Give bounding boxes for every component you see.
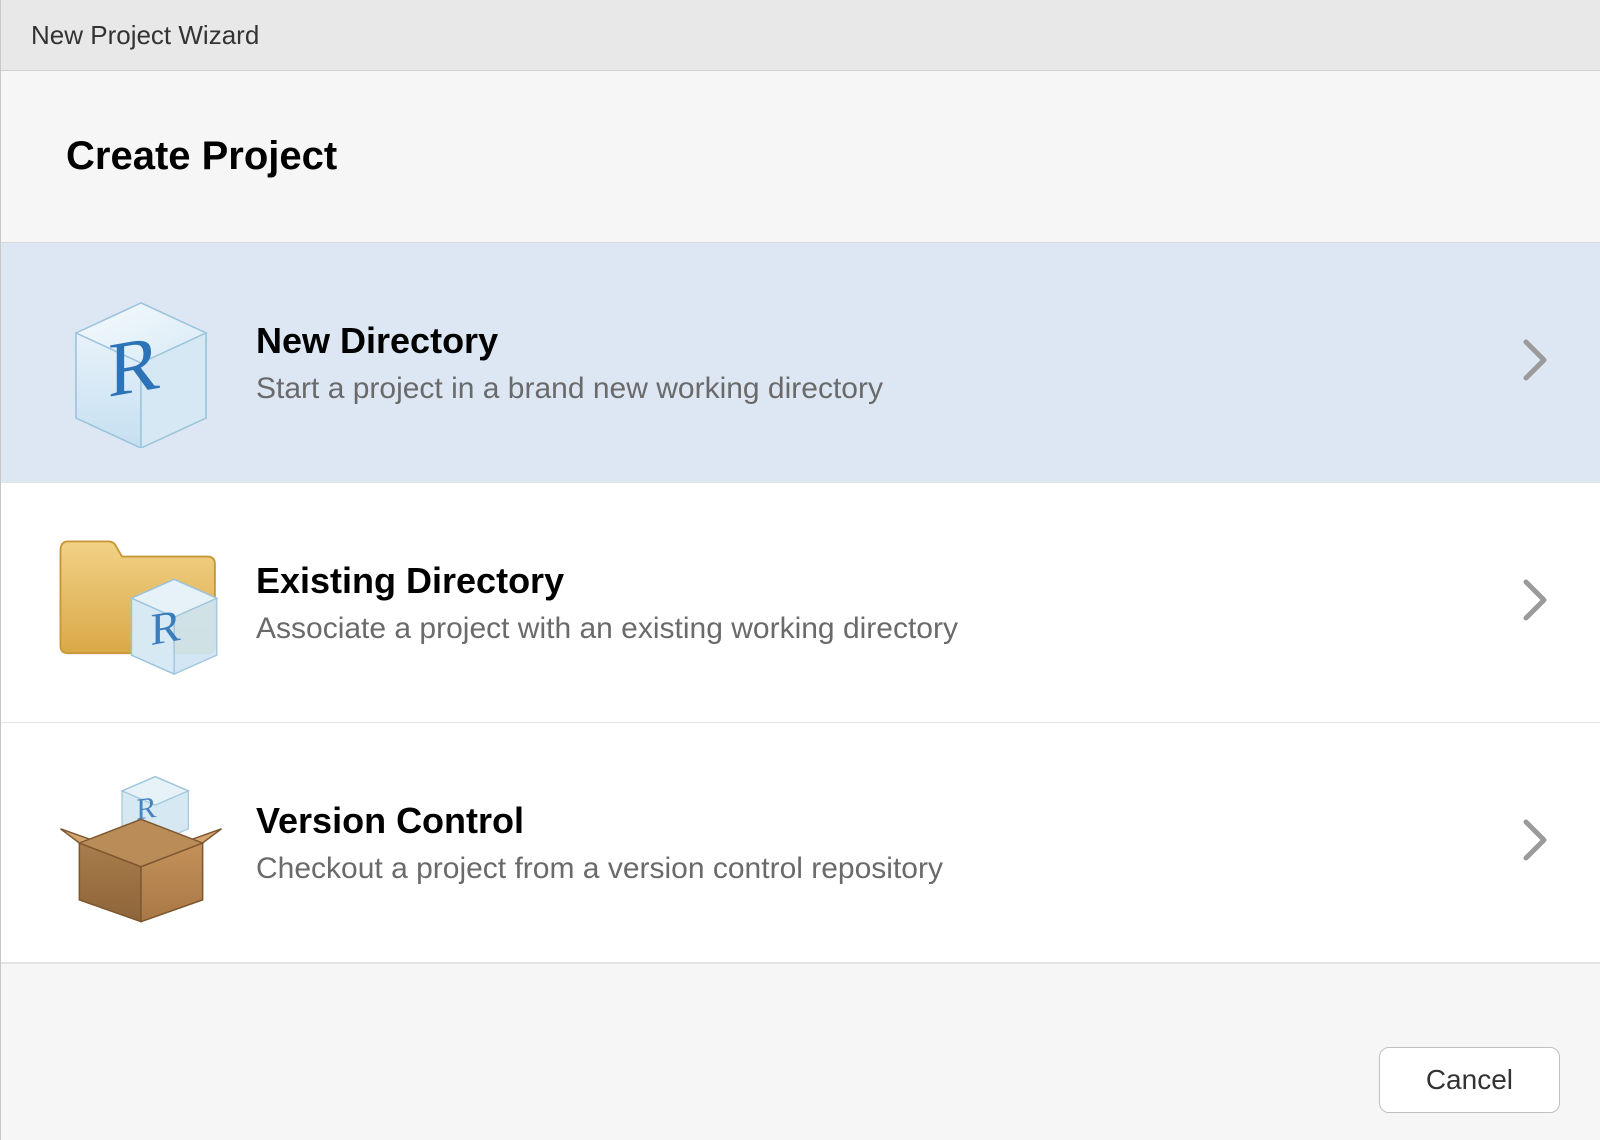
option-text-group: Version Control Checkout a project from … xyxy=(231,800,1520,886)
option-title: New Directory xyxy=(256,320,1520,362)
page-title-text: Create Project xyxy=(66,134,337,179)
dialog-titlebar: New Project Wizard xyxy=(1,0,1600,71)
option-new-directory[interactable]: R New Directory Start a project in a bra… xyxy=(1,243,1600,483)
svg-text:R: R xyxy=(108,319,161,415)
package-box-icon: R xyxy=(51,758,231,928)
option-text-group: New Directory Start a project in a brand… xyxy=(231,320,1520,406)
option-existing-directory[interactable]: R Existing Directory Associate a project… xyxy=(1,483,1600,723)
chevron-right-icon xyxy=(1520,338,1560,387)
option-title: Existing Directory xyxy=(256,560,1520,602)
project-options-list: R New Directory Start a project in a bra… xyxy=(1,243,1600,963)
dialog-spacer xyxy=(1,963,1600,1020)
svg-text:R: R xyxy=(150,599,181,655)
cancel-button[interactable]: Cancel xyxy=(1379,1047,1560,1113)
chevron-right-icon xyxy=(1520,578,1560,627)
option-title: Version Control xyxy=(256,800,1520,842)
cube-r-icon: R xyxy=(51,278,231,448)
dialog-title: New Project Wizard xyxy=(31,20,259,51)
option-desc: Associate a project with an existing wor… xyxy=(256,612,1520,646)
new-project-wizard-dialog: New Project Wizard Create Project xyxy=(0,0,1600,1140)
dialog-footer: Cancel xyxy=(1,1020,1600,1140)
option-desc: Checkout a project from a version contro… xyxy=(256,852,1520,886)
folder-cube-icon: R xyxy=(51,518,231,688)
chevron-right-icon xyxy=(1520,818,1560,867)
option-version-control[interactable]: R Version Control Checkout a project fro… xyxy=(1,723,1600,963)
option-desc: Start a project in a brand new working d… xyxy=(256,372,1520,406)
option-text-group: Existing Directory Associate a project w… xyxy=(231,560,1520,646)
page-title: Create Project xyxy=(1,71,1600,243)
